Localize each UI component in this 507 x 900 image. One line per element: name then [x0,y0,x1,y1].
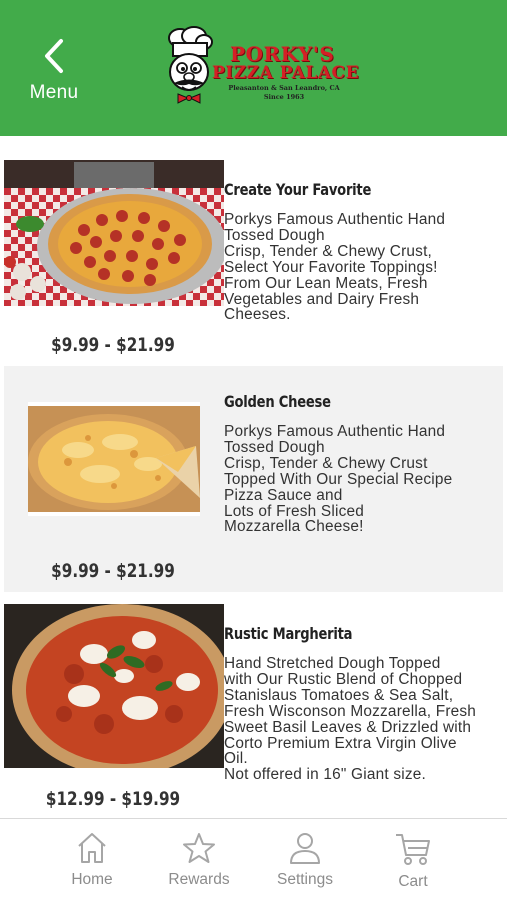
desc-line: Oil. [224,750,248,768]
desc-line: Crisp, Tender & Chewy Crust [224,454,428,472]
pepperoni-pizza-image [4,160,224,306]
desc-line: From Our Lean Meats, Fresh [224,274,428,292]
item-price: $9.99 - $21.99 [51,334,175,356]
person-icon [290,833,320,864]
margherita-pizza-image [4,604,224,768]
tab-settings[interactable]: Settings [260,831,350,893]
desc-line: Tossed Dough [224,438,325,456]
desc-line: Sweet Basil Leaves & Drizzled with [224,718,472,736]
desc-line: Corto Premium Extra Virgin Olive [224,734,457,752]
app-header: Menu PORKY'S PIZZA PALACE Pleasanton & S… [0,0,507,136]
desc-line: Cheeses. [224,306,291,324]
desc-line: Crisp, Tender & Chewy Crust, [224,242,433,260]
cheese-pizza-image [28,402,200,516]
desc-line: Lots of Fresh Sliced [224,502,365,520]
tab-settings-label: Settings [276,871,333,888]
desc-line: Stanislaus Tomatoes & Sea Salt, [224,686,454,704]
bottom-tab-bar: Home Rewards Settings Cart [0,818,507,900]
desc-line: Hand Stretched Dough Topped [224,655,441,672]
desc-line: Topped With Our Special Recipe [224,470,453,488]
item-title: Create Your Favorite [224,180,372,199]
item-title: Golden Cheese [224,392,331,411]
desc-line: Mozzarella Cheese! [224,518,364,536]
back-menu-button[interactable]: Menu [22,38,86,108]
home-icon [78,833,106,863]
desc-line: Fresh Wisconson Mozzarella, Fresh [224,702,477,720]
desc-line: Select Your Favorite Toppings! [224,258,438,276]
desc-line: Not offered in 16" Giant size. [224,766,426,784]
item-description: Hand Stretched Dough Topped with Our Rus… [224,656,507,783]
menu-item-create-your-favorite[interactable]: Create Your Favorite Porkys Famous Authe… [4,154,503,380]
tab-home-label: Home [71,871,113,888]
desc-line: with Our Rustic Blend of Chopped [224,670,463,688]
desc-line: Porkys Famous Authentic Hand [224,211,446,228]
tab-cart[interactable]: Cart [368,831,458,893]
desc-line: Vegetables and Dairy Fresh [224,290,420,308]
item-description: Porkys Famous Authentic Hand Tossed Doug… [224,212,507,323]
tab-home[interactable]: Home [47,831,137,893]
tab-cart-label: Cart [398,873,428,890]
chevron-left-icon [45,39,63,73]
porkys-logo: PORKY'S PIZZA PALACE Pleasanton & San Le… [160,26,359,108]
chef-mascot-icon [168,26,213,104]
menu-item-golden-cheese[interactable]: Golden Cheese Porkys Famous Authentic Ha… [4,366,503,592]
tab-rewards[interactable]: Rewards [154,831,244,893]
desc-line: Porkys Famous Authentic Hand [224,423,446,440]
item-description: Porkys Famous Authentic Hand Tossed Doug… [224,424,507,535]
desc-line: Tossed Dough [224,226,325,244]
tab-rewards-label: Rewards [168,871,230,888]
back-menu-label: Menu [29,82,79,103]
item-price: $12.99 - $19.99 [45,788,181,810]
logo-line-4: Since 1963 [263,93,305,101]
item-price: $9.99 - $21.99 [51,560,175,582]
logo-line-2: PIZZA PALACE [212,63,360,83]
menu-item-rustic-margherita[interactable]: Rustic Margherita Hand Stretched Dough T… [4,598,503,824]
item-title: Rustic Margherita [224,624,353,643]
logo-line-3: Pleasanton & San Leandro, CA [228,84,340,92]
desc-line: Pizza Sauce and [224,486,343,504]
cart-icon [396,834,430,865]
star-icon [183,833,215,863]
